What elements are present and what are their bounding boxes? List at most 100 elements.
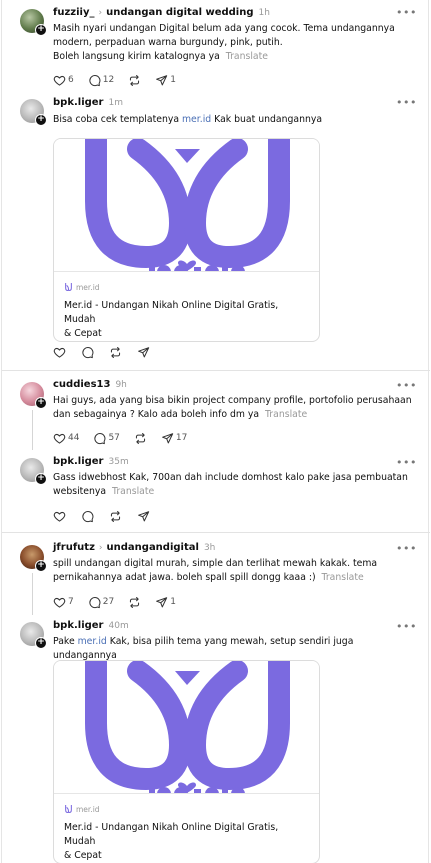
reply-count: 57 <box>108 433 120 443</box>
more-icon[interactable]: ••• <box>396 457 416 470</box>
username[interactable]: bpk.liger <box>53 97 104 108</box>
comment-icon <box>81 510 94 523</box>
repost-button[interactable] <box>109 345 122 359</box>
share-icon <box>137 510 150 523</box>
share-button[interactable]: 17 <box>161 431 187 445</box>
post-time: 3h <box>203 543 216 553</box>
topic-tag[interactable]: undangandigital <box>107 542 199 553</box>
feed: + fuzziiy_ › undangan digital wedding 1h ••… <box>1 0 430 863</box>
link-merid[interactable]: mer.id <box>78 636 107 647</box>
like-button[interactable]: 6 <box>53 73 74 87</box>
more-icon[interactable]: ••• <box>396 543 416 556</box>
like-button[interactable] <box>53 345 66 359</box>
reply-button[interactable] <box>81 345 94 359</box>
repost-button[interactable] <box>128 595 141 609</box>
avatar[interactable]: + <box>20 622 47 649</box>
chevron-right-icon: › <box>98 543 103 553</box>
card-title: Mer.id - Undangan Nikah Online Digital G… <box>64 300 279 339</box>
heart-icon <box>53 346 66 359</box>
post-text: Masih nyari undangan Digital belum ada y… <box>53 23 395 62</box>
avatar[interactable]: + <box>20 382 47 409</box>
post-actions <box>53 509 164 523</box>
follow-plus-icon[interactable]: + <box>35 114 47 126</box>
heart-icon <box>53 74 66 87</box>
link-preview-card[interactable]: mer.id Mer.id - Undangan Nikah Online Di… <box>53 660 320 863</box>
comment-icon <box>93 432 106 445</box>
post-header: cuddies13 9h <box>53 378 127 392</box>
post-header: fuzziiy_ › undangan digital wedding 1h <box>53 6 270 20</box>
share-icon <box>161 432 174 445</box>
username[interactable]: cuddies13 <box>53 379 110 390</box>
reply-button[interactable] <box>81 509 94 523</box>
merid-logo <box>54 139 319 272</box>
share-button[interactable]: 1 <box>155 73 176 87</box>
reply-button[interactable]: 27 <box>88 595 114 609</box>
like-count: 44 <box>68 433 80 443</box>
post-text: spill undangan digital murah, simple dan… <box>53 558 378 583</box>
follow-plus-icon[interactable]: + <box>35 637 47 649</box>
thread-line <box>31 410 33 450</box>
more-icon[interactable]: ••• <box>396 7 416 20</box>
post-text: Hai guys, ada yang bisa bikin project co… <box>53 395 412 420</box>
preview-image <box>54 139 319 272</box>
topic-tag[interactable]: undangan digital wedding <box>106 7 253 18</box>
heart-icon <box>53 510 66 523</box>
share-count: 17 <box>175 433 188 443</box>
like-count: 7 <box>68 597 74 607</box>
reply-button[interactable]: 57 <box>93 431 120 445</box>
share-icon <box>137 346 150 359</box>
avatar[interactable]: + <box>20 99 47 126</box>
post-text: Bisa coba cek templatenya mer.id Kak bua… <box>53 114 323 125</box>
post-actions: 44 57 17 <box>53 431 201 445</box>
comment-icon <box>81 346 94 359</box>
more-icon[interactable]: ••• <box>396 97 416 110</box>
avatar[interactable]: + <box>20 458 47 485</box>
merid-favicon <box>64 283 73 292</box>
follow-plus-icon[interactable]: + <box>35 473 47 485</box>
translate-link[interactable]: Translate <box>112 486 154 497</box>
follow-plus-icon[interactable]: + <box>35 24 47 36</box>
username[interactable]: fuzziiy_ <box>53 7 94 18</box>
share-icon <box>155 74 168 87</box>
repost-icon <box>134 432 147 445</box>
chevron-right-icon: › <box>98 8 103 18</box>
reply-button[interactable]: 12 <box>88 73 114 87</box>
follow-plus-icon[interactable]: + <box>35 560 47 572</box>
comment-icon <box>88 596 101 609</box>
divider <box>2 532 430 533</box>
share-button[interactable]: 1 <box>155 595 176 609</box>
repost-button[interactable] <box>128 73 141 87</box>
repost-icon <box>128 596 141 609</box>
like-button[interactable]: 7 <box>53 595 74 609</box>
username[interactable]: jfrufutz <box>53 542 95 553</box>
card-title: Mer.id - Undangan Nikah Online Digital G… <box>64 822 279 861</box>
post-header: bpk.liger 35m <box>53 455 129 469</box>
share-button[interactable] <box>137 345 150 359</box>
card-domain: mer.id <box>76 282 100 292</box>
follow-plus-icon[interactable]: + <box>35 397 47 409</box>
preview-image <box>54 661 319 794</box>
repost-icon <box>109 346 122 359</box>
link-preview-card[interactable]: mer.id Mer.id - Undangan Nikah Online Di… <box>53 138 320 342</box>
translate-link[interactable]: Translate <box>265 409 307 420</box>
avatar[interactable]: + <box>20 545 47 572</box>
repost-button[interactable] <box>109 509 122 523</box>
repost-button[interactable] <box>134 431 147 445</box>
more-icon[interactable]: ••• <box>396 621 416 634</box>
username[interactable]: bpk.liger <box>53 620 104 631</box>
avatar[interactable]: + <box>20 9 47 36</box>
post-header: jfrufutz › undangandigital 3h <box>53 541 215 555</box>
merid-logo <box>54 661 319 794</box>
post-time: 35m <box>108 457 129 467</box>
post-actions: 6 12 1 <box>53 73 190 87</box>
translate-link[interactable]: Translate <box>226 51 268 62</box>
link-merid[interactable]: mer.id <box>182 114 211 125</box>
like-button[interactable]: 44 <box>53 431 79 445</box>
like-button[interactable] <box>53 509 66 523</box>
more-icon[interactable]: ••• <box>396 380 416 393</box>
share-button[interactable] <box>137 509 150 523</box>
post-header: bpk.liger 40m <box>53 619 129 633</box>
post-text: Pake mer.id Kak, bisa pilih tema yang me… <box>53 636 354 661</box>
username[interactable]: bpk.liger <box>53 456 104 467</box>
translate-link[interactable]: Translate <box>322 572 364 583</box>
